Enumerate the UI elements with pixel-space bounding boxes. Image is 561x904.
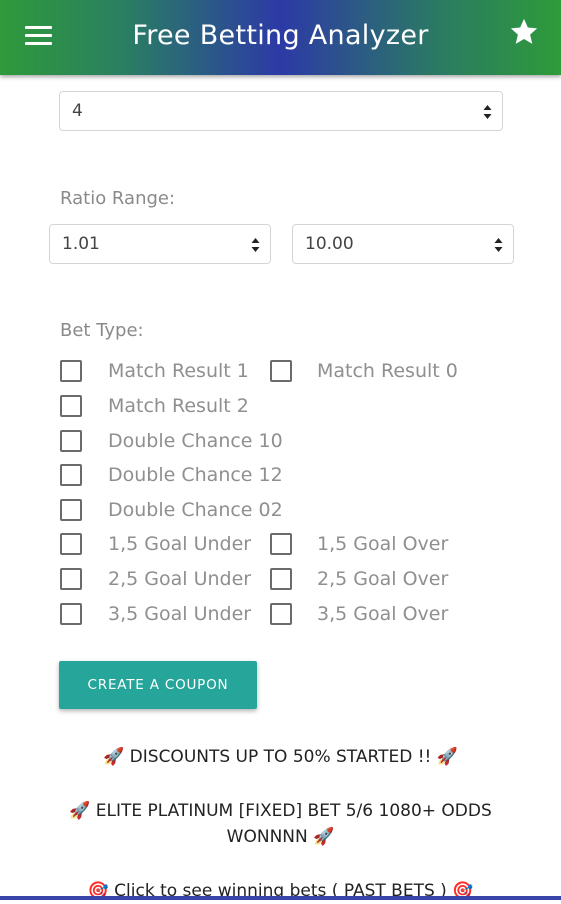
goal-over-2-5-checkbox[interactable] — [270, 568, 292, 590]
match-result-1-checkbox[interactable] — [60, 360, 82, 382]
goal-under-2-5-checkbox[interactable] — [60, 568, 82, 590]
bet-type-row: 2,5 Goal Under 2,5 Goal Over — [0, 568, 561, 598]
rocket-icon: 🚀 — [69, 801, 91, 821]
bet-type-label: Bet Type: — [60, 320, 144, 341]
bet-type-row: Double Chance 02 — [0, 499, 561, 529]
match-result-0-checkbox[interactable] — [270, 360, 292, 382]
count-select-value: 4 — [72, 101, 83, 121]
app-title: Free Betting Analyzer — [132, 20, 429, 51]
bet-type-row: Double Chance 12 — [0, 464, 561, 494]
elite-text-line2: WONNNN — [226, 827, 308, 847]
goal-over-3-5-checkbox[interactable] — [270, 603, 292, 625]
app-bar: Free Betting Analyzer — [0, 0, 561, 75]
ratio-range-label: Ratio Range: — [60, 188, 176, 209]
ratio-max-select[interactable]: 10.00 — [292, 224, 514, 264]
bet-type-row: Double Chance 10 — [0, 430, 561, 460]
rocket-icon: 🚀 — [313, 827, 335, 847]
goal-under-3-5-label[interactable]: 3,5 Goal Under — [108, 603, 251, 625]
match-result-2-label[interactable]: Match Result 2 — [108, 395, 249, 417]
match-result-2-checkbox[interactable] — [60, 395, 82, 417]
goal-under-1-5-checkbox[interactable] — [60, 533, 82, 555]
goal-over-3-5-label[interactable]: 3,5 Goal Over — [317, 603, 448, 625]
count-select[interactable]: 4 — [59, 91, 503, 131]
elite-text-line1: ELITE PLATINUM [FIXED] BET 5/6 1080+ ODD… — [95, 801, 492, 821]
select-arrows-icon — [483, 105, 492, 119]
match-result-0-label[interactable]: Match Result 0 — [317, 360, 458, 382]
goal-under-1-5-label[interactable]: 1,5 Goal Under — [108, 533, 251, 555]
star-icon[interactable] — [509, 17, 539, 47]
double-chance-12-label[interactable]: Double Chance 12 — [108, 464, 283, 486]
bet-type-row: Match Result 2 — [0, 395, 561, 425]
bottom-divider — [0, 896, 561, 900]
bet-type-row: 1,5 Goal Under 1,5 Goal Over — [0, 533, 561, 563]
match-result-1-label[interactable]: Match Result 1 — [108, 360, 249, 382]
discount-text: DISCOUNTS UP TO 50% STARTED !! — [129, 747, 432, 767]
ratio-min-value: 1.01 — [62, 234, 100, 254]
double-chance-02-label[interactable]: Double Chance 02 — [108, 499, 283, 521]
bet-type-row: 3,5 Goal Under 3,5 Goal Over — [0, 603, 561, 633]
select-arrows-icon — [251, 238, 260, 252]
rocket-icon: 🚀 — [103, 747, 125, 767]
discount-banner[interactable]: 🚀 DISCOUNTS UP TO 50% STARTED !! 🚀 — [0, 744, 561, 770]
select-arrows-icon — [494, 238, 503, 252]
double-chance-10-checkbox[interactable] — [60, 430, 82, 452]
goal-over-1-5-checkbox[interactable] — [270, 533, 292, 555]
goal-under-2-5-label[interactable]: 2,5 Goal Under — [108, 568, 251, 590]
double-chance-10-label[interactable]: Double Chance 10 — [108, 430, 283, 452]
goal-over-1-5-label[interactable]: 1,5 Goal Over — [317, 533, 448, 555]
goal-over-2-5-label[interactable]: 2,5 Goal Over — [317, 568, 448, 590]
past-bets-link[interactable]: 🎯 Click to see winning bets ( PAST BETS … — [0, 878, 561, 904]
create-coupon-button[interactable]: CREATE A COUPON — [59, 661, 257, 709]
double-chance-02-checkbox[interactable] — [60, 499, 82, 521]
elite-banner[interactable]: 🚀 ELITE PLATINUM [FIXED] BET 5/6 1080+ O… — [0, 798, 561, 850]
rocket-icon: 🚀 — [436, 747, 458, 767]
goal-under-3-5-checkbox[interactable] — [60, 603, 82, 625]
double-chance-12-checkbox[interactable] — [60, 464, 82, 486]
ratio-min-select[interactable]: 1.01 — [49, 224, 271, 264]
ratio-max-value: 10.00 — [305, 234, 354, 254]
bet-type-row: Match Result 1 Match Result 0 — [0, 360, 561, 390]
